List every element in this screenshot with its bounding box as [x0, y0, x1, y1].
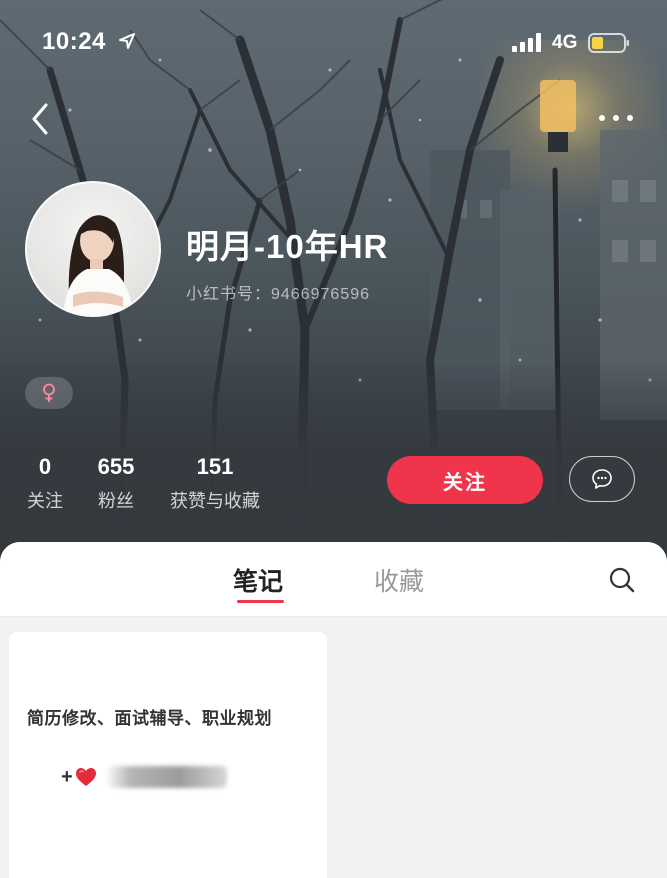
note-prefix: + [61, 765, 73, 788]
message-button[interactable] [569, 456, 635, 502]
tab-collections[interactable]: 收藏 [374, 562, 424, 598]
back-chevron-icon[interactable] [26, 100, 54, 138]
note-subline: + [61, 764, 227, 790]
stat-value: 655 [97, 454, 135, 479]
network-type: 4G [552, 32, 578, 53]
tab-bar: 笔记 收藏 [0, 542, 667, 617]
stat-label: 获赞与收藏 [170, 491, 260, 511]
avatar[interactable] [25, 181, 161, 317]
profile-id[interactable]: 小红书号：9466976596 [186, 280, 370, 304]
stat-likes-and-collects[interactable]: 151 获赞与收藏 [165, 454, 265, 513]
note-title: 简历修改、面试辅导、职业规划 [27, 709, 272, 728]
stat-label: 粉丝 [98, 491, 134, 511]
red-heart-icon [75, 768, 96, 786]
profile-name: 明月-10年HR [186, 228, 389, 265]
signal-bars-icon [512, 33, 541, 52]
blurred-contact-info [106, 766, 227, 788]
stat-value: 0 [38, 454, 52, 479]
search-icon[interactable] [608, 566, 636, 594]
gender-badge [25, 377, 73, 409]
follow-button[interactable]: 关注 [387, 456, 543, 504]
stat-value: 151 [196, 454, 234, 479]
note-card[interactable]: 简历修改、面试辅导、职业规划 + [9, 632, 327, 878]
chat-bubble-icon [592, 469, 612, 489]
stat-following[interactable]: 0 关注 [24, 454, 66, 513]
battery-low-icon [588, 33, 629, 53]
status-time: 10:24 [42, 28, 106, 55]
content-sheet: 笔记 收藏 简历修改、面试辅导、职业规划 + [0, 542, 667, 878]
female-symbol-icon [43, 383, 55, 402]
stat-label: 关注 [27, 491, 63, 511]
more-dots-icon[interactable] [596, 108, 636, 128]
tab-notes[interactable]: 笔记 [233, 562, 283, 598]
active-tab-indicator [237, 600, 284, 603]
status-bar: 10:24 4G [0, 0, 667, 80]
stat-fans[interactable]: 655 粉丝 [90, 454, 142, 513]
location-arrow-icon [119, 33, 135, 49]
avatar-portrait [63, 215, 133, 315]
